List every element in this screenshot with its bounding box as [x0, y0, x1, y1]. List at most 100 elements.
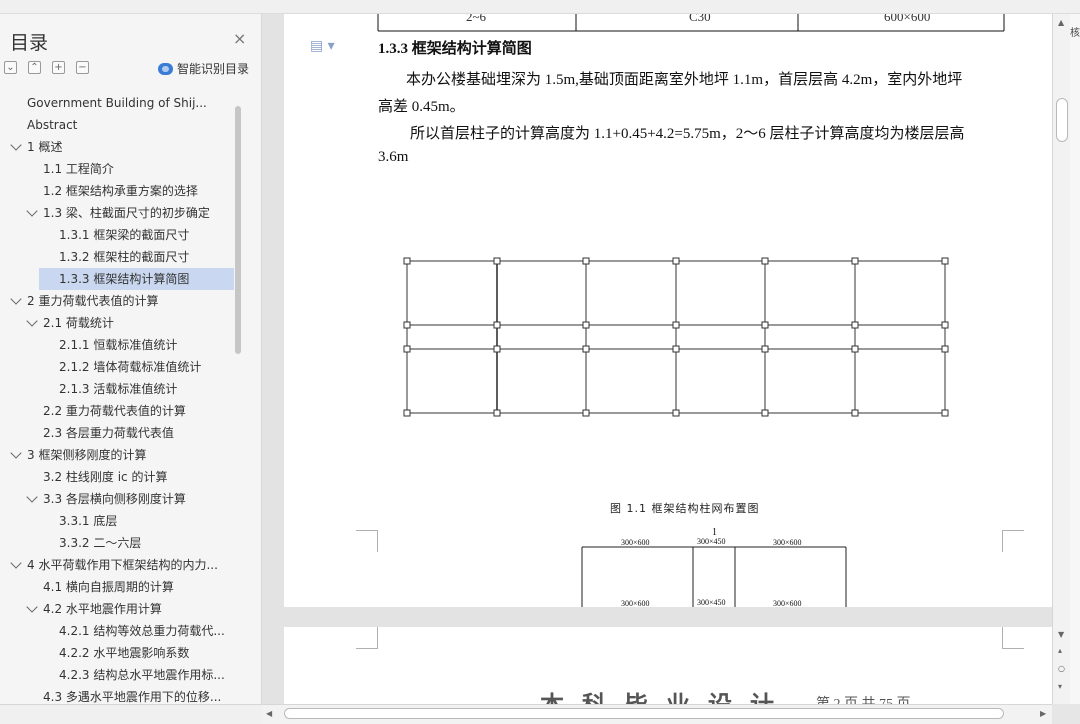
- frame-sketch-figure: [581, 546, 847, 607]
- expand-chevron-icon[interactable]: [26, 491, 38, 503]
- page-corner-mark: [356, 530, 378, 552]
- toc-item[interactable]: 1.3 梁、柱截面尺寸的初步确定: [43, 202, 234, 224]
- toc-item[interactable]: 2.1.3 活载标准值统计: [59, 378, 234, 400]
- column-marker: [672, 345, 680, 353]
- column-marker: [941, 257, 949, 265]
- toc-item[interactable]: 2.3 各层重力荷载代表值: [43, 422, 234, 444]
- paragraph-line: 所以首层柱子的计算高度为 1.1+0.45+4.2=5.75m，2～6 层柱子计…: [410, 126, 965, 142]
- column-marker: [941, 345, 949, 353]
- expand-all-icon[interactable]: ⌃: [28, 61, 41, 74]
- page-corner-mark: [356, 627, 378, 649]
- document-canvas: ▤ ▾ 2~6 C30 600×600 1.3.3 框架结构计算简图 本办公楼基…: [262, 14, 1052, 704]
- toc-pane: 目录 × ⌄ ⌃ + − 智能识别目录 Government Building …: [0, 14, 262, 704]
- column-marker: [493, 257, 501, 265]
- rail-label[interactable]: 核: [1070, 24, 1080, 39]
- paragraph-line: 高差 0.45m。: [378, 99, 465, 115]
- beam-label: 300×600: [773, 538, 802, 547]
- column-marker: [851, 345, 859, 353]
- toc-item[interactable]: 1.2 框架结构承重方案的选择: [43, 180, 234, 202]
- toc-item[interactable]: 3.3 各层横向侧移刚度计算: [43, 488, 234, 510]
- toc-item[interactable]: 1 概述: [27, 136, 234, 158]
- close-icon[interactable]: ×: [233, 31, 246, 47]
- scroll-right-icon[interactable]: ▶: [1040, 709, 1046, 718]
- toc-item[interactable]: 4.1 横向自振周期的计算: [43, 576, 234, 598]
- vertical-scroll-thumb[interactable]: [1056, 98, 1068, 142]
- toc-scrollbar[interactable]: [235, 106, 241, 354]
- toc-item[interactable]: 1.1 工程简介: [43, 158, 234, 180]
- toc-item[interactable]: 3.3.2 二～六层: [59, 532, 234, 554]
- expand-chevron-icon[interactable]: [26, 601, 38, 613]
- prev-page-icon[interactable]: ▴: [1058, 646, 1062, 655]
- toc-item[interactable]: 1.3.3 框架结构计算简图: [39, 268, 234, 290]
- table-cell-concrete: C30: [689, 14, 711, 24]
- toc-item[interactable]: 1.3.2 框架柱的截面尺寸: [59, 246, 234, 268]
- expand-chevron-icon[interactable]: [10, 447, 22, 459]
- toc-item[interactable]: Government Building of Shij...: [27, 92, 234, 114]
- toc-item[interactable]: 2.1.1 恒载标准值统计: [59, 334, 234, 356]
- document-outline-icon[interactable]: ▤ ▾: [310, 38, 335, 54]
- toc-list: Government Building of Shij... Abstract 1 …: [0, 92, 240, 704]
- column-marker: [851, 257, 859, 265]
- column-marker: [761, 409, 769, 417]
- toc-item[interactable]: 2.2 重力荷载代表值的计算: [43, 400, 234, 422]
- next-page-icon[interactable]: ▾: [1058, 682, 1062, 691]
- toc-item[interactable]: 4.3 多遇水平地震作用下的位移...: [43, 686, 234, 704]
- toc-item[interactable]: 2.1.2 墙体荷载标准值统计: [59, 356, 234, 378]
- expand-chevron-icon[interactable]: [26, 205, 38, 217]
- figure-caption: 图 1.1 框架结构柱网布置图: [610, 502, 760, 515]
- column-marker: [582, 321, 590, 329]
- beam-label: 300×600: [621, 538, 650, 547]
- column-marker: [493, 409, 501, 417]
- page-corner-mark: [1002, 530, 1024, 552]
- toc-item[interactable]: 3.3.1 底层: [59, 510, 234, 532]
- horizontal-scroll-thumb[interactable]: [284, 708, 1004, 719]
- toc-item[interactable]: 2.1 荷载统计: [43, 312, 234, 334]
- column-marker: [672, 409, 680, 417]
- toc-item[interactable]: 4.2.1 结构等效总重力荷载代...: [59, 620, 234, 642]
- expand-chevron-icon[interactable]: [10, 557, 22, 569]
- toc-item[interactable]: 4.2 水平地震作用计算: [43, 598, 234, 620]
- expand-chevron-icon[interactable]: [10, 139, 22, 151]
- toc-item[interactable]: 4 水平荷载作用下框架结构的内力...: [27, 554, 234, 576]
- paragraph-line: 3.6m: [378, 149, 409, 165]
- select-browse-icon[interactable]: ○: [1058, 664, 1065, 673]
- vertical-scrollbar[interactable]: ▲ ▼ ▴ ○ ▾: [1052, 14, 1070, 704]
- toc-item[interactable]: 1.3.1 框架梁的截面尺寸: [59, 224, 234, 246]
- page-corner-mark: [1002, 627, 1024, 649]
- column-marker: [672, 321, 680, 329]
- collapse-all-icon[interactable]: ⌄: [4, 61, 17, 74]
- paragraph-line: 本办公楼基础埋深为 1.5m,基础顶面距离室外地坪 1.1m，首层层高 4.2m…: [406, 72, 963, 88]
- smart-toc-label: 智能识别目录: [177, 62, 250, 76]
- remove-heading-icon[interactable]: −: [76, 61, 89, 74]
- column-marker: [672, 257, 680, 265]
- beam-label: 300×600: [621, 599, 650, 608]
- column-marker: [761, 257, 769, 265]
- column-marker: [403, 321, 411, 329]
- column-marker: [493, 345, 501, 353]
- column-marker: [403, 257, 411, 265]
- toc-title: 目录: [10, 32, 49, 54]
- column-marker: [403, 345, 411, 353]
- add-heading-icon[interactable]: +: [52, 61, 65, 74]
- scroll-down-icon[interactable]: ▼: [1058, 630, 1064, 639]
- ai-cloud-icon: [158, 62, 173, 75]
- toc-item[interactable]: 3 框架侧移刚度的计算: [27, 444, 234, 466]
- smart-toc-button[interactable]: 智能识别目录: [158, 60, 249, 77]
- horizontal-scrollbar[interactable]: ◀ ▶: [262, 704, 1052, 724]
- toc-item[interactable]: 2 重力荷载代表值的计算: [27, 290, 234, 312]
- column-marker: [493, 321, 501, 329]
- expand-chevron-icon[interactable]: [26, 315, 38, 327]
- scroll-up-icon[interactable]: ▲: [1058, 18, 1064, 27]
- column-marker: [851, 321, 859, 329]
- beam-label: 300×450: [697, 537, 726, 546]
- column-grid-figure: [403, 257, 949, 417]
- status-bar: [0, 704, 262, 724]
- expand-chevron-icon[interactable]: [10, 293, 22, 305]
- scroll-left-icon[interactable]: ◀: [266, 709, 272, 718]
- footer-title: 本 科 毕 业 设 计: [540, 685, 780, 704]
- toc-item[interactable]: 4.2.3 结构总水平地震作用标...: [59, 664, 234, 686]
- toc-item[interactable]: 3.2 柱线刚度 ic 的计算: [43, 466, 234, 488]
- table-cell-floor: 2~6: [466, 14, 487, 24]
- toc-item[interactable]: Abstract: [27, 114, 234, 136]
- toc-item[interactable]: 4.2.2 水平地震影响系数: [59, 642, 234, 664]
